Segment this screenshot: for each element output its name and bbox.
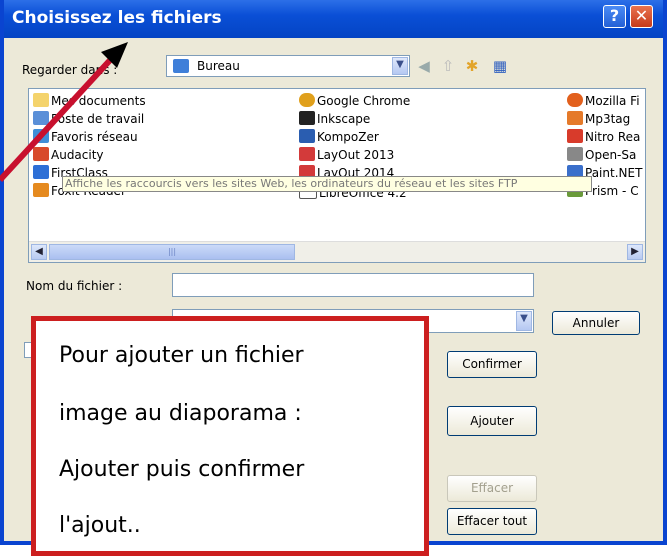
arrow-shaft bbox=[0, 55, 115, 183]
pointer-arrow bbox=[0, 42, 128, 183]
